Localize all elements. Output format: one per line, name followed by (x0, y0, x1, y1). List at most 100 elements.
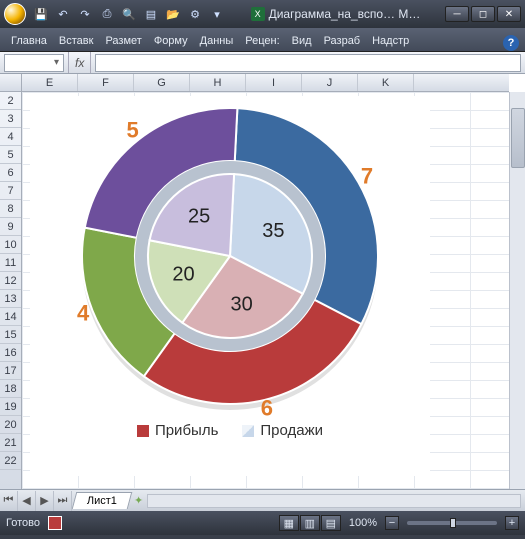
col-header[interactable]: G (134, 74, 190, 91)
ribbon-tabs: Главна Вставк Размет Форму Данны Рецен: … (0, 28, 525, 52)
tab-layout[interactable]: Размет (100, 31, 146, 51)
status-ready: Готово (6, 517, 40, 529)
help-button[interactable]: ? (503, 35, 519, 51)
row-header[interactable]: 3 (0, 110, 21, 128)
view-normal-icon[interactable]: ▦ (279, 515, 299, 531)
sheet-nav: ⏮ ◀ ▶ ⏭ (0, 491, 72, 511)
vertical-scrollbar[interactable] (509, 92, 525, 489)
legend-item-sales: Продажи (242, 422, 323, 439)
zoom-out-button[interactable]: − (385, 516, 399, 530)
col-header[interactable]: F (78, 74, 134, 91)
worksheet[interactable]: E F G H I J K 23456789101112131415161718… (0, 74, 525, 489)
row-header[interactable]: 7 (0, 182, 21, 200)
row-header[interactable]: 10 (0, 236, 21, 254)
quick-access-toolbar: 💾 ↶ ↷ ⎙ 🔍 ▤ 📂 ⚙ ▾ (32, 5, 226, 23)
tab-data[interactable]: Данны (195, 31, 239, 51)
sheet-nav-prev-icon[interactable]: ◀ (18, 491, 36, 511)
svg-text:25: 25 (188, 206, 210, 228)
formula-bar: ▾ fx (0, 52, 525, 74)
qat-new-icon[interactable]: ▤ (142, 5, 160, 23)
col-header[interactable]: H (190, 74, 246, 91)
row-header[interactable]: 2 (0, 92, 21, 110)
tab-formulas[interactable]: Форму (149, 31, 193, 51)
status-bar: Готово ▦ ▥ ▤ 100% − + (0, 511, 525, 535)
svg-text:35: 35 (262, 220, 284, 242)
zoom-level[interactable]: 100% (349, 517, 377, 529)
fx-label[interactable]: fx (68, 52, 91, 73)
column-headers: E F G H I J K (22, 74, 509, 92)
window-title: X Диаграмма_на_вспо… M… (226, 7, 445, 21)
tab-review[interactable]: Рецен: (240, 31, 284, 51)
insert-sheet-icon[interactable]: ✦ (134, 494, 143, 507)
svg-text:5: 5 (127, 118, 139, 143)
row-header[interactable]: 9 (0, 218, 21, 236)
row-header[interactable]: 18 (0, 380, 21, 398)
svg-text:30: 30 (231, 294, 253, 316)
row-header[interactable]: 15 (0, 326, 21, 344)
tab-addins[interactable]: Надстр (367, 31, 414, 51)
qat-redo-icon[interactable]: ↷ (76, 5, 94, 23)
name-box[interactable]: ▾ (4, 54, 64, 72)
row-header[interactable]: 4 (0, 128, 21, 146)
view-layout-icon[interactable]: ▥ (300, 515, 320, 531)
horizontal-scrollbar[interactable] (147, 494, 521, 508)
tab-home[interactable]: Главна (6, 31, 52, 51)
select-all-corner[interactable] (0, 74, 22, 92)
col-header[interactable]: E (22, 74, 78, 91)
row-header[interactable]: 13 (0, 290, 21, 308)
row-header[interactable]: 5 (0, 146, 21, 164)
svg-text:6: 6 (261, 396, 273, 416)
title-bar: 💾 ↶ ↷ ⎙ 🔍 ▤ 📂 ⚙ ▾ X Диаграмма_на_вспо… M… (0, 0, 525, 28)
excel-file-icon: X (251, 7, 265, 21)
row-header[interactable]: 6 (0, 164, 21, 182)
sheet-tab-label: Лист1 (87, 495, 117, 507)
qat-preview-icon[interactable]: 🔍 (120, 5, 138, 23)
row-header[interactable]: 21 (0, 434, 21, 452)
tab-view[interactable]: Вид (287, 31, 317, 51)
maximize-button[interactable]: ◻ (471, 6, 495, 22)
col-header[interactable]: K (358, 74, 414, 91)
tab-developer[interactable]: Разраб (319, 31, 366, 51)
row-header[interactable]: 22 (0, 452, 21, 470)
sheet-tab-active[interactable]: Лист1 (72, 492, 133, 509)
tab-insert[interactable]: Вставк (54, 31, 99, 51)
name-box-dropdown-icon[interactable]: ▾ (54, 57, 59, 68)
sheet-nav-next-icon[interactable]: ▶ (36, 491, 54, 511)
zoom-in-button[interactable]: + (505, 516, 519, 530)
chart-object[interactable]: 764535302025 Прибыль Продажи (30, 96, 430, 476)
row-header[interactable]: 17 (0, 362, 21, 380)
qat-dropdown-icon[interactable]: ▾ (208, 5, 226, 23)
row-header[interactable]: 12 (0, 272, 21, 290)
row-header[interactable]: 8 (0, 200, 21, 218)
sheet-nav-last-icon[interactable]: ⏭ (54, 491, 72, 511)
zoom-knob[interactable] (450, 518, 456, 528)
office-button[interactable] (4, 3, 26, 25)
sheet-tab-bar: ⏮ ◀ ▶ ⏭ Лист1 ✦ (0, 489, 525, 511)
window-controls: ─ ◻ ✕ (445, 6, 521, 22)
macro-record-icon[interactable] (48, 516, 62, 530)
row-header[interactable]: 19 (0, 398, 21, 416)
window-title-text: Диаграмма_на_вспо… M… (269, 7, 421, 21)
qat-open-icon[interactable]: 📂 (164, 5, 182, 23)
qat-quick-icon[interactable]: ⚙ (186, 5, 204, 23)
row-header[interactable]: 20 (0, 416, 21, 434)
sheet-nav-first-icon[interactable]: ⏮ (0, 491, 18, 511)
svg-text:7: 7 (361, 163, 373, 188)
chart-legend: Прибыль Продажи (30, 422, 430, 439)
row-header[interactable]: 11 (0, 254, 21, 272)
qat-save-icon[interactable]: 💾 (32, 5, 50, 23)
row-header[interactable]: 14 (0, 308, 21, 326)
row-header[interactable]: 16 (0, 344, 21, 362)
close-button[interactable]: ✕ (497, 6, 521, 22)
qat-undo-icon[interactable]: ↶ (54, 5, 72, 23)
minimize-button[interactable]: ─ (445, 6, 469, 22)
col-header[interactable]: I (246, 74, 302, 91)
scroll-thumb[interactable] (511, 108, 525, 168)
col-header[interactable]: J (302, 74, 358, 91)
svg-text:4: 4 (77, 300, 90, 325)
legend-label: Прибыль (155, 422, 218, 439)
view-pagebreak-icon[interactable]: ▤ (321, 515, 341, 531)
qat-print-icon[interactable]: ⎙ (98, 5, 116, 23)
formula-input[interactable] (95, 54, 521, 72)
zoom-slider[interactable] (407, 521, 497, 525)
